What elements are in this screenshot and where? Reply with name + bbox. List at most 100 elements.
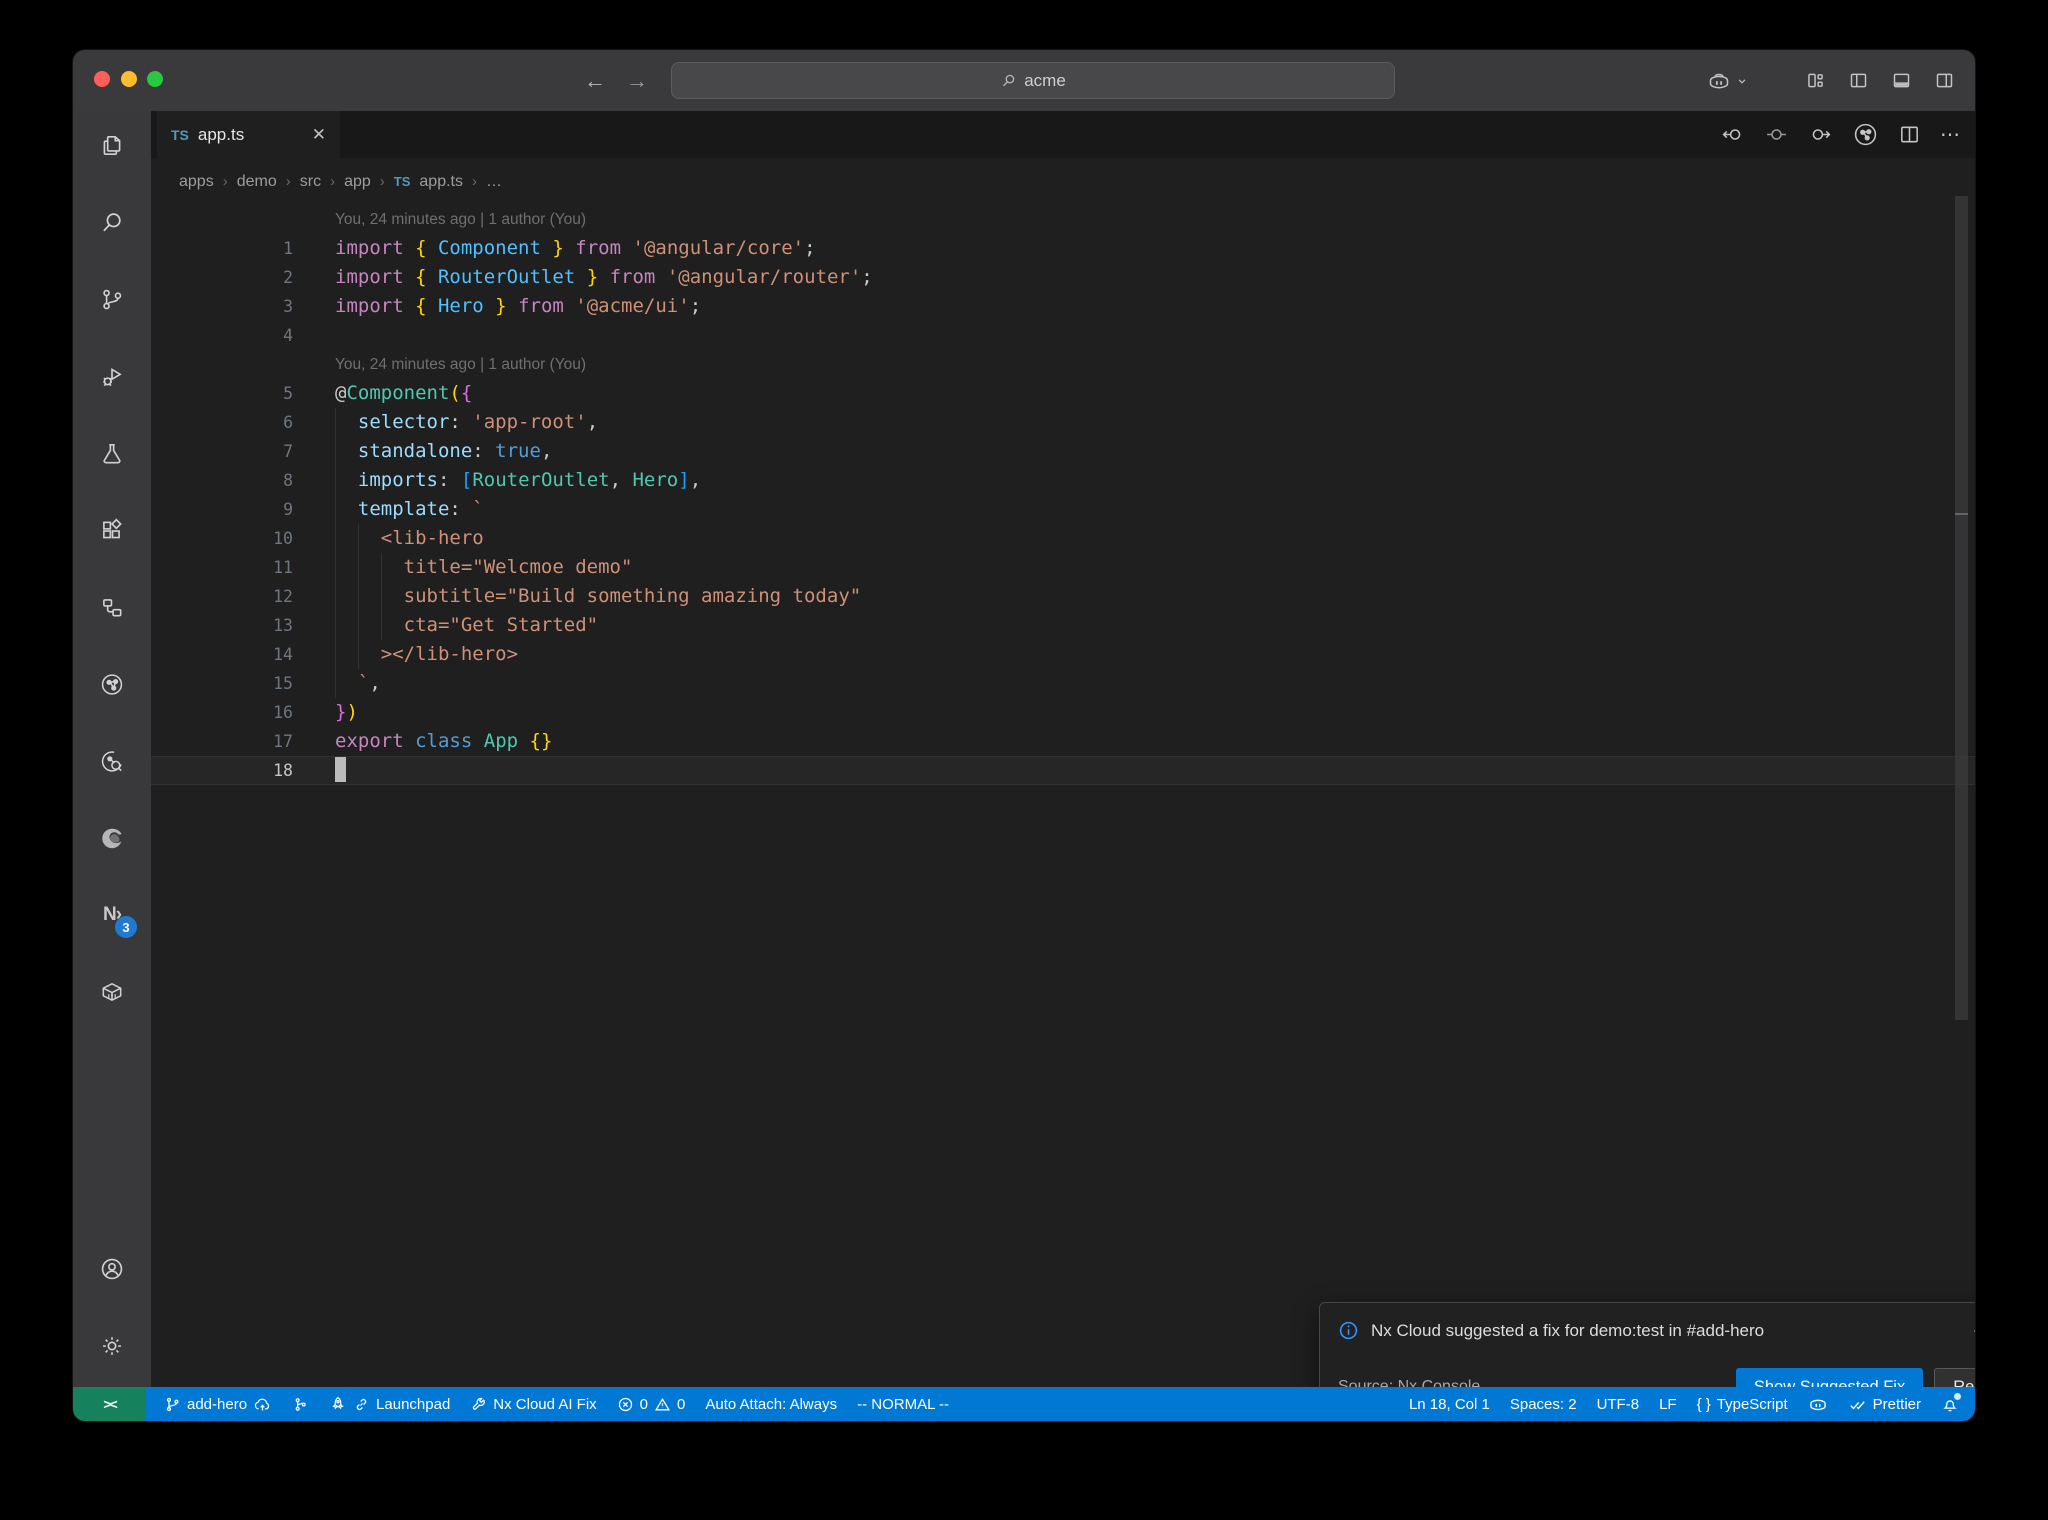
braces-icon: { } [1696,1395,1711,1413]
history-forward-button[interactable]: → [621,65,653,97]
code-line-12[interactable]: 12 subtitle="Build something amazing tod… [151,582,1975,611]
vim-mode-status[interactable]: -- NORMAL -- [857,1396,949,1413]
encoding-status[interactable]: UTF-8 [1597,1396,1640,1413]
toggle-secondary-sidebar-button[interactable] [1934,70,1955,91]
copilot-status[interactable] [1808,1394,1828,1414]
notification-title: Nx Cloud suggested a fix for demo:test i… [1371,1320,1765,1340]
code-line-16[interactable]: 16}) [151,698,1975,727]
prev-change-icon[interactable] [1720,122,1745,147]
layout-panel-bottom-icon [1893,73,1910,88]
code-line-9[interactable]: 9 template: ` [151,495,1975,524]
layout-sidebar-right-icon [1936,73,1953,88]
tab-label: app.ts [197,124,245,144]
notification-settings-button[interactable] [1971,1321,1975,1341]
code-line-13[interactable]: 13 cta="Get Started" [151,611,1975,640]
split-editor-icon[interactable] [1898,123,1921,146]
scrollbar-tick [1955,513,1968,515]
code-line-3[interactable]: 3 import { Hero } from '@acme/ui'; [151,292,1975,321]
run-debug-view-button[interactable] [99,363,125,389]
toggle-primary-sidebar-button[interactable] [1848,70,1869,91]
vscode-window: ← → acme N› 3 TS app.ts ✕ ⋯ apps › demo … [73,50,1975,1421]
code-line-7[interactable]: 7 standalone: true, [151,437,1975,466]
current-change-icon[interactable] [1764,122,1789,147]
cursor-position-status[interactable]: Ln 18, Col 1 [1409,1396,1490,1413]
remote-indicator-button[interactable]: >< [73,1387,146,1421]
chevron-right-icon: › [285,173,291,190]
debug-icon [103,367,122,386]
copilot-menu-button[interactable] [1707,69,1749,93]
history-back-button[interactable]: ← [579,65,611,97]
code-line-15[interactable]: 15 `, [151,669,1975,698]
double-check-icon [1849,1400,1865,1410]
git-branch-icon [166,1397,179,1411]
git-branch-status[interactable]: add-hero [164,1395,272,1414]
indentation-status[interactable]: Spaces: 2 [1510,1396,1577,1413]
edge-browser-button[interactable] [99,825,125,851]
close-tab-icon[interactable]: ✕ [312,126,326,143]
git-branch-icon [103,289,122,309]
code-line-6[interactable]: 6 selector: 'app-root', [151,408,1975,437]
more-actions-icon[interactable]: ⋯ [1940,122,1961,147]
next-change-icon[interactable] [1808,122,1833,147]
titlebar: ← → acme [73,50,1975,111]
minimize-window-button[interactable] [121,71,137,87]
search-icon [1003,74,1015,87]
chevron-right-icon: › [471,173,477,190]
git-graph-status[interactable] [292,1396,309,1413]
code-line-10[interactable]: 10 <lib-hero [151,524,1975,553]
testing-view-button[interactable] [99,440,125,466]
language-mode-status[interactable]: { } TypeScript [1697,1396,1788,1413]
command-center-search[interactable]: acme [671,62,1395,99]
breadcrumb-file[interactable]: app.ts [419,173,463,191]
problems-status[interactable]: 0 0 [617,1396,685,1413]
breadcrumb-overflow[interactable]: … [486,173,502,191]
eol-status[interactable]: LF [1659,1396,1677,1413]
chevron-right-icon: › [222,173,228,190]
accounts-button[interactable] [99,1256,125,1282]
explorer-view-button[interactable] [99,132,125,158]
breadcrumb-item[interactable]: apps [179,173,214,191]
code-line-2[interactable]: 2 import { RouterOutlet } from '@angular/… [151,263,1975,292]
code-rows: You, 24 minutes ago | 1 author (You) 1 imp… [151,205,1975,1387]
settings-button[interactable] [99,1333,125,1359]
code-line-5[interactable]: 5 @Component({ [151,379,1975,408]
nx-console-view-button[interactable]: N› 3 [99,902,137,938]
editor-scrollbar[interactable] [1955,196,1968,1020]
toggle-panel-button[interactable] [1891,70,1912,91]
notifications-bell-button[interactable] [1941,1393,1961,1413]
copilot-icon [1809,1399,1826,1411]
code-line-18[interactable]: 18 [151,756,1975,785]
code-line-1[interactable]: 1 import { Component } from '@angular/cor… [151,234,1975,263]
editor-actions: ⋯ [1720,111,1961,158]
nx-project-graph-button[interactable] [99,671,125,697]
tab-app-ts[interactable]: TS app.ts ✕ [157,111,340,158]
source-control-view-button[interactable] [99,286,125,312]
zoom-window-button[interactable] [147,71,163,87]
formatter-status[interactable]: Prettier [1848,1395,1921,1414]
extensions-view-button[interactable] [99,517,125,543]
chevron-right-icon: › [330,173,336,190]
close-window-button[interactable] [94,71,110,87]
breadcrumb-item[interactable]: app [344,173,371,191]
nx-graph-action-icon[interactable] [1852,121,1879,148]
info-icon [1339,1321,1358,1340]
code-line-4[interactable]: 4 [151,321,1975,350]
editor-cursor [335,756,346,782]
code-line-14[interactable]: 14 ></lib-hero> [151,640,1975,669]
typescript-file-icon: TS [171,126,189,143]
code-line-11[interactable]: 11 title="Welcmoe demo" [151,553,1975,582]
auto-attach-status[interactable]: Auto Attach: Always [705,1396,837,1413]
launchpad-status[interactable]: Launchpad [329,1395,450,1413]
nx-cloud-ai-fix-status[interactable]: Nx Cloud AI Fix [470,1396,597,1413]
nx-graph-search-button[interactable] [99,748,125,774]
breadcrumb-item[interactable]: src [300,173,321,191]
files-icon [103,135,121,155]
references-view-button[interactable] [99,594,125,620]
code-line-17[interactable]: 17 export class App {} [151,727,1975,756]
code-line-8[interactable]: 8 imports: [RouterOutlet, Hero], [151,466,1975,495]
breadcrumb-item[interactable]: demo [237,173,277,191]
typescript-file-icon: TS [393,174,411,189]
containers-view-button[interactable] [99,979,125,1005]
search-view-button[interactable] [99,209,125,235]
customize-layout-button[interactable] [1805,70,1826,91]
